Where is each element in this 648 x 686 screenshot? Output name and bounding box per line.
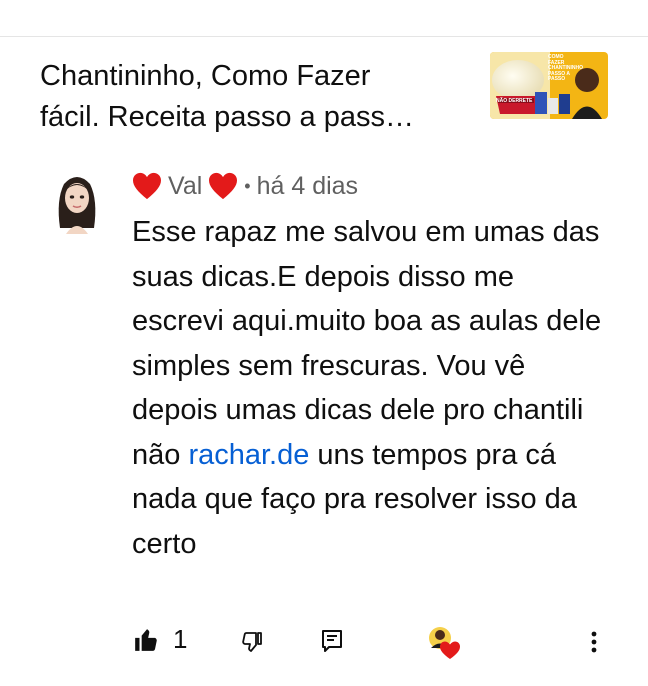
comment-author-name[interactable]: Val (168, 170, 202, 202)
creator-heart-icon (429, 627, 460, 659)
creator-heart-badge[interactable] (426, 624, 460, 660)
meta-separator: • (244, 176, 251, 196)
heart-emoji-icon (209, 172, 238, 200)
comment-text-main: Esse rapaz me salvou em umas das suas di… (132, 216, 602, 471)
top-divider (0, 36, 648, 37)
thumbnail-overlay-text: COMO FAZER CHANTININHO PASSO A PASSO (548, 54, 583, 82)
comment-action-bar: 1 (0, 620, 648, 670)
comment-text: Esse rapaz me salvou em umas das suas di… (132, 210, 602, 566)
dislike-button[interactable] (240, 630, 264, 654)
video-title[interactable]: Chantininho, Como Fazer fácil. Receita p… (40, 56, 470, 138)
more-vertical-icon (591, 631, 597, 653)
comment-author-line: Val • há 4 dias (132, 170, 358, 202)
comment-timestamp: há 4 dias (256, 172, 359, 200)
like-count: 1 (173, 624, 188, 654)
reply-icon (322, 630, 342, 652)
video-thumbnail[interactable]: COMO FAZER CHANTININHO PASSO A PASSO NÃO… (490, 52, 608, 119)
heart-emoji-icon (133, 172, 161, 200)
comment-link[interactable]: rachar.de (188, 439, 309, 471)
author-avatar[interactable] (50, 170, 104, 234)
more-options-button[interactable] (584, 630, 604, 654)
like-button[interactable]: 1 (133, 624, 187, 655)
reply-button[interactable] (320, 628, 344, 654)
thumbs-up-icon (135, 628, 157, 651)
thumbnail-product-text: NÃO DERRETE (496, 98, 533, 104)
thumbs-down-icon (242, 632, 262, 652)
